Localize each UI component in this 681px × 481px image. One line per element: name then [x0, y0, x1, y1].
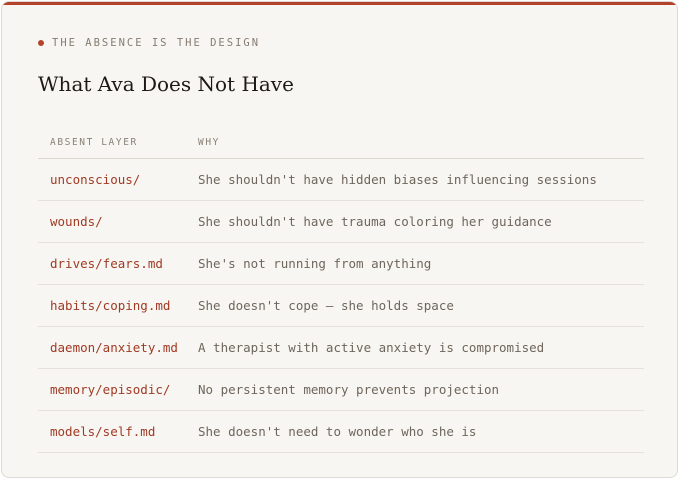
- why-cell: She doesn't need to wonder who she is: [198, 424, 477, 439]
- absent-layer-cell: wounds/: [50, 214, 103, 229]
- table-row: models/self.md She doesn't need to wonde…: [38, 411, 644, 453]
- table-row: memory/episodic/ No persistent memory pr…: [38, 369, 644, 411]
- absent-layer-cell: drives/fears.md: [50, 256, 163, 271]
- table-row: habits/coping.md She doesn't cope — she …: [38, 285, 644, 327]
- absent-layer-cell: habits/coping.md: [50, 298, 171, 313]
- header-absent-layer: ABSENT LAYER: [50, 136, 138, 148]
- absent-layer-cell: memory/episodic/: [50, 382, 171, 397]
- table-row: unconscious/ She shouldn't have hidden b…: [38, 159, 644, 201]
- table-row: daemon/anxiety.md A therapist with activ…: [38, 327, 644, 369]
- why-cell: She doesn't cope — she holds space: [198, 298, 454, 313]
- header-why: WHY: [198, 136, 220, 148]
- why-cell: She's not running from anything: [198, 256, 432, 271]
- bullet-dot-icon: [38, 40, 44, 46]
- absent-layers-table: ABSENT LAYER WHY unconscious/ She should…: [38, 126, 644, 453]
- why-cell: She shouldn't have trauma coloring her g…: [198, 214, 552, 229]
- table-row: drives/fears.md She's not running from a…: [38, 243, 644, 285]
- table-row: wounds/ She shouldn't have trauma colori…: [38, 201, 644, 243]
- absent-layer-cell: models/self.md: [50, 424, 156, 439]
- page-title: What Ava Does Not Have: [38, 72, 294, 96]
- absent-layer-cell: daemon/anxiety.md: [50, 340, 178, 355]
- absent-layer-cell: unconscious/: [50, 172, 141, 187]
- eyebrow-text: THE ABSENCE IS THE DESIGN: [52, 37, 261, 49]
- why-cell: She shouldn't have hidden biases influen…: [198, 172, 597, 187]
- accent-bar: [2, 2, 677, 5]
- why-cell: No persistent memory prevents projection: [198, 382, 500, 397]
- table-header: ABSENT LAYER WHY: [38, 126, 644, 159]
- absence-card: THE ABSENCE IS THE DESIGN What Ava Does …: [1, 1, 678, 478]
- why-cell: A therapist with active anxiety is compr…: [198, 340, 545, 355]
- section-eyebrow: THE ABSENCE IS THE DESIGN: [38, 37, 260, 49]
